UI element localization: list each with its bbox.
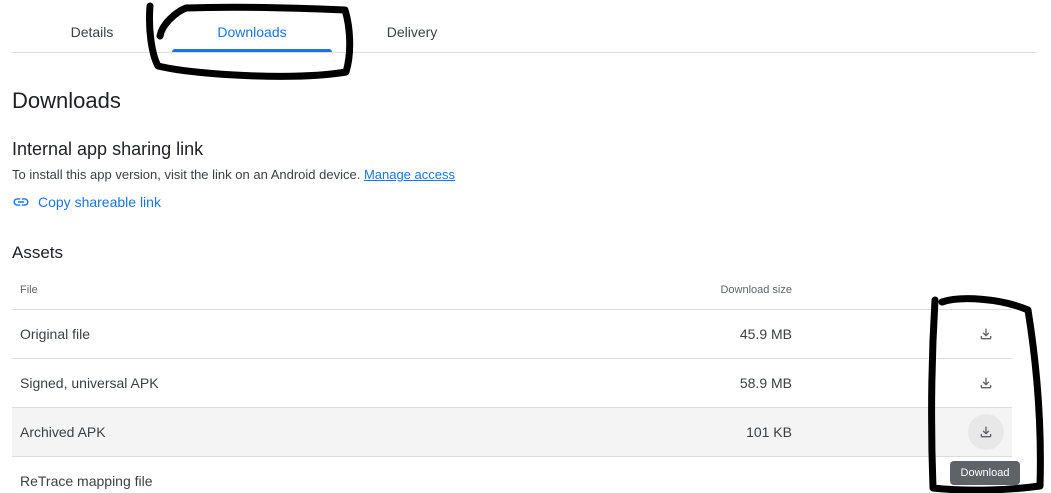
- page-title: Downloads: [12, 88, 121, 113]
- asset-file-name: ReTrace mapping file: [20, 473, 153, 489]
- copy-shareable-link-label: Copy shareable link: [38, 194, 161, 210]
- download-button[interactable]: [968, 414, 1004, 450]
- download-button[interactable]: [968, 316, 1004, 352]
- asset-file-name: Archived APK: [20, 424, 106, 440]
- download-button[interactable]: [968, 365, 1004, 401]
- manage-access-link[interactable]: Manage access: [364, 167, 455, 182]
- assets-table-header: File Download size: [12, 272, 1012, 310]
- table-row: ReTrace mapping file: [12, 457, 1012, 493]
- active-tab-indicator: [172, 49, 332, 52]
- table-row: Original file 45.9 MB: [12, 310, 1012, 359]
- table-row: Signed, universal APK 58.9 MB: [12, 359, 1012, 408]
- copy-shareable-link-button[interactable]: Copy shareable link: [12, 193, 161, 211]
- asset-file-size: 45.9 MB: [739, 326, 792, 342]
- column-header-download-size: Download size: [720, 284, 792, 296]
- tab-delivery[interactable]: Delivery: [332, 0, 492, 52]
- assets-table: File Download size Original file 45.9 MB…: [12, 272, 1012, 493]
- page: Details Downloads Delivery Downloads Int…: [0, 0, 1051, 493]
- link-icon: [13, 198, 29, 206]
- column-header-file: File: [20, 284, 38, 296]
- table-row: Archived APK 101 KB: [12, 408, 1012, 457]
- download-icon: [980, 426, 992, 438]
- assets-section-title: Assets: [12, 243, 64, 262]
- asset-file-size: 58.9 MB: [739, 375, 792, 391]
- tab-details[interactable]: Details: [12, 0, 172, 52]
- asset-file-name: Original file: [20, 326, 91, 342]
- sharing-section-title: Internal app sharing link: [12, 139, 204, 159]
- sharing-description: To install this app version, visit the l…: [12, 167, 455, 182]
- asset-file-name: Signed, universal APK: [20, 375, 159, 391]
- download-icon: [980, 377, 992, 389]
- download-tooltip: Download: [950, 461, 1020, 485]
- sharing-description-text: To install this app version, visit the l…: [12, 167, 361, 182]
- asset-file-size: 101 KB: [746, 424, 792, 440]
- tab-downloads[interactable]: Downloads: [172, 0, 332, 52]
- tab-bar: Details Downloads Delivery: [12, 0, 1036, 53]
- download-icon: [980, 328, 992, 340]
